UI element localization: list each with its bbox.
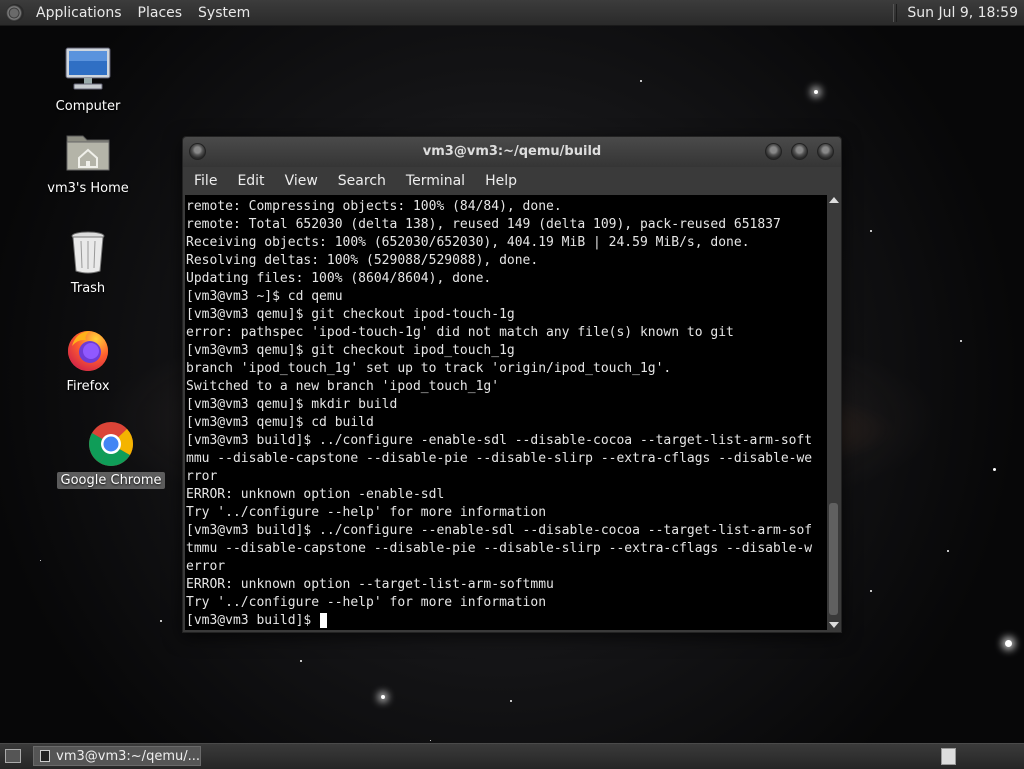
clock-area: Sun Jul 9, 18:59 <box>893 0 1024 25</box>
chrome-icon <box>87 420 135 468</box>
terminal-line: branch 'ipod_touch_1g' set up to track '… <box>186 361 672 376</box>
terminal-line: error <box>186 559 226 574</box>
star <box>870 590 872 592</box>
applications-menu[interactable]: Applications <box>28 5 130 21</box>
scrollbar-thumb[interactable] <box>829 503 838 615</box>
terminal-scrollbar[interactable] <box>828 195 839 630</box>
desktop-icon-computer[interactable]: Computer <box>33 46 143 115</box>
firefox-icon <box>64 326 112 374</box>
terminal-line: Updating files: 100% (8604/8604), done. <box>186 271 492 286</box>
menu-file[interactable]: File <box>183 173 227 189</box>
home-folder-icon <box>64 128 112 176</box>
clock[interactable]: Sun Jul 9, 18:59 <box>907 5 1024 21</box>
terminal-line: remote: Total 652030 (delta 138), reused… <box>186 217 781 232</box>
workspace-switcher[interactable] <box>941 748 956 765</box>
bottom-panel: vm3@vm3:~/qemu/... <box>0 743 1024 769</box>
star <box>1005 640 1012 647</box>
computer-icon <box>64 46 112 94</box>
taskbar-item-terminal[interactable]: vm3@vm3:~/qemu/... <box>33 746 201 766</box>
system-menu[interactable]: System <box>190 5 258 21</box>
distro-logo-icon[interactable] <box>6 3 24 22</box>
terminal-line: tmmu --disable-capstone --disable-pie --… <box>186 541 813 556</box>
menu-edit[interactable]: Edit <box>227 173 274 189</box>
scroll-up-arrow-icon[interactable] <box>829 197 839 203</box>
desktop-icon-home[interactable]: vm3's Home <box>33 128 143 197</box>
terminal-line: error: pathspec 'ipod-touch-1g' did not … <box>186 325 734 340</box>
terminal-line: ERROR: unknown option --target-list-arm-… <box>186 577 554 592</box>
terminal-line: Try '../configure --help' for more infor… <box>186 505 547 520</box>
window-title: vm3@vm3:~/qemu/build <box>422 144 602 159</box>
terminal-icon <box>40 750 51 762</box>
maximize-button[interactable] <box>791 143 808 160</box>
terminal-line: [vm3@vm3 qemu]$ git checkout ipod-touch-… <box>186 307 515 322</box>
star <box>430 740 431 741</box>
star <box>960 340 962 342</box>
terminal-window: vm3@vm3:~/qemu/build File Edit View Sear… <box>182 136 842 633</box>
trash-icon <box>64 228 112 276</box>
close-button[interactable] <box>817 143 834 160</box>
terminal-line: rror <box>186 469 218 484</box>
desktop-icon-label: Computer <box>55 99 121 114</box>
terminal-line: Resolving deltas: 100% (529088/529088), … <box>186 253 539 268</box>
terminal-line: mmu --disable-capstone --disable-pie --d… <box>186 451 813 466</box>
star <box>510 700 512 702</box>
star <box>381 695 385 699</box>
star <box>640 80 642 82</box>
star <box>870 230 872 232</box>
places-menu[interactable]: Places <box>130 5 191 21</box>
star <box>300 660 302 662</box>
star <box>947 550 949 552</box>
desktop-icon-firefox[interactable]: Firefox <box>33 326 143 395</box>
terminal-line: [vm3@vm3 qemu]$ cd build <box>186 415 374 430</box>
desktop-icon-trash[interactable]: Trash <box>33 228 143 297</box>
star <box>40 560 41 561</box>
terminal-prompt-line: [vm3@vm3 build]$ <box>186 612 827 630</box>
desktop-icon-label: vm3's Home <box>47 181 129 196</box>
star <box>814 90 818 94</box>
scroll-down-arrow-icon[interactable] <box>829 622 839 628</box>
show-desktop-button[interactable] <box>5 749 21 763</box>
terminal-line: [vm3@vm3 qemu]$ git checkout ipod_touch_… <box>186 343 515 358</box>
terminal-lines: remote: Compressing objects: 100% (84/84… <box>185 195 827 630</box>
desktop-icon-label: Firefox <box>66 379 110 394</box>
menu-terminal[interactable]: Terminal <box>396 173 475 189</box>
terminal-line: remote: Compressing objects: 100% (84/84… <box>186 199 562 214</box>
star <box>993 468 996 471</box>
menu-search[interactable]: Search <box>328 173 396 189</box>
desktop-icon-label: Google Chrome <box>56 472 166 489</box>
desktop-icon-chrome[interactable]: Google Chrome <box>56 420 166 489</box>
terminal-line: ERROR: unknown option -enable-sdl <box>186 487 445 502</box>
menu-view[interactable]: View <box>275 173 328 189</box>
terminal-line: Try '../configure --help' for more infor… <box>186 595 547 610</box>
top-panel: Applications Places System Sun Jul 9, 18… <box>0 0 1024 26</box>
panel-separator <box>893 3 898 22</box>
text-cursor <box>320 613 328 628</box>
terminal-line: Receiving objects: 100% (652030/652030),… <box>186 235 750 250</box>
terminal-menubar: File Edit View Search Terminal Help <box>183 167 841 195</box>
terminal-line: [vm3@vm3 build]$ ../configure --enable-s… <box>186 523 813 538</box>
terminal-output[interactable]: remote: Compressing objects: 100% (84/84… <box>185 195 827 630</box>
terminal-line: [vm3@vm3 build]$ ../configure -enable-sd… <box>186 433 813 448</box>
terminal-line: [vm3@vm3 qemu]$ mkdir build <box>186 397 398 412</box>
minimize-button[interactable] <box>765 143 782 160</box>
star <box>160 620 162 622</box>
terminal-line: [vm3@vm3 ~]$ cd qemu <box>186 289 343 304</box>
desktop-icon-label: Trash <box>70 281 106 296</box>
taskbar-item-label: vm3@vm3:~/qemu/... <box>56 748 200 764</box>
window-titlebar[interactable]: vm3@vm3:~/qemu/build <box>183 137 841 167</box>
menu-help[interactable]: Help <box>475 173 527 189</box>
terminal-line: Switched to a new branch 'ipod_touch_1g' <box>186 379 500 394</box>
terminal-prompt: [vm3@vm3 build]$ <box>186 613 320 628</box>
